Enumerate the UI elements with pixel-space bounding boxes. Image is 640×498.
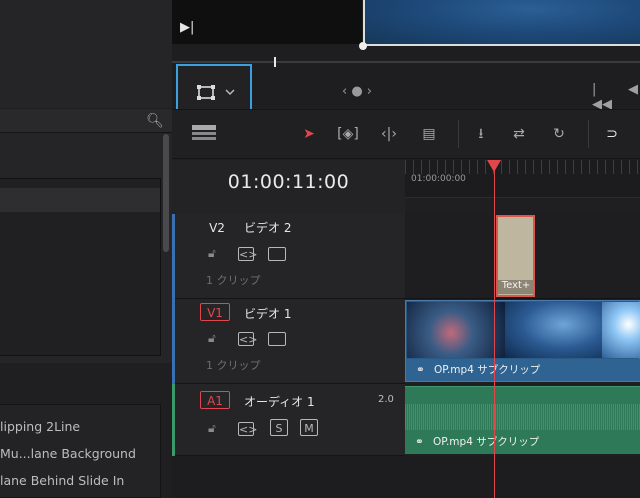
search-icon[interactable]: 🔍︎	[146, 112, 164, 130]
viewer-image[interactable]	[363, 0, 640, 46]
playhead-line[interactable]	[494, 168, 495, 498]
link-icon: ⚭	[416, 364, 425, 376]
timeline-view-options-icon[interactable]	[190, 122, 218, 146]
track-color-stripe	[172, 214, 175, 299]
selected-category-row[interactable]	[0, 188, 160, 212]
track-color-stripe	[172, 299, 175, 384]
ruler-ticks	[405, 160, 640, 174]
overwrite-clip-icon[interactable]: ⇄	[504, 122, 534, 146]
previous-clip-icon[interactable]: |◀︎◀︎	[592, 82, 614, 112]
transform-handle[interactable]	[359, 42, 367, 50]
audio-clip-label-bar: ⚭ OP.mp4 サブクリップ	[405, 431, 640, 453]
track-name-a1[interactable]: オーディオ 1	[244, 393, 364, 411]
media-pool-panel	[0, 0, 172, 108]
insert-clip-icon[interactable]: ⭳	[466, 122, 496, 146]
effect-item[interactable]: lane Behind Slide In	[0, 468, 160, 494]
viewer-canvas-left	[172, 0, 362, 44]
selection-tool-icon[interactable]: ➤︎	[298, 122, 320, 146]
video-thumbnail	[505, 302, 602, 358]
timeline-timecode[interactable]: 01:00:11:00	[172, 168, 405, 196]
audio-waveform	[405, 404, 640, 430]
clip-count-v1: 1 クリップ	[206, 359, 261, 372]
previous-frame-icon[interactable]: ◀︎	[628, 82, 640, 98]
track-id-v2[interactable]: V2	[202, 219, 232, 237]
mute-button[interactable]: M	[300, 419, 318, 436]
lock-track-icon[interactable]: 🔓︎	[208, 246, 222, 262]
lock-track-icon[interactable]: 🔓︎	[208, 421, 222, 437]
enable-track-icon[interactable]	[268, 332, 286, 346]
video-clip-label: OP.mp4 サブクリップ	[434, 364, 541, 376]
track-id-a1[interactable]: A1	[200, 391, 230, 409]
layout-icon	[192, 125, 216, 140]
effects-scrollbar[interactable]	[163, 134, 169, 252]
playhead-handle[interactable]	[487, 160, 501, 172]
auto-select-icon[interactable]: <>	[238, 422, 257, 436]
toolbar-divider	[588, 120, 589, 148]
audio-level: 2.0	[378, 394, 394, 405]
effect-item[interactable]: lipping 2Line	[0, 414, 160, 440]
keyframe-navigation[interactable]: ‹ ● ›	[332, 84, 382, 100]
lock-track-icon[interactable]: 🔓︎	[208, 331, 222, 347]
snapping-magnet-icon[interactable]: ⊃	[600, 122, 624, 146]
auto-select-icon[interactable]: <>	[238, 332, 257, 346]
audio-clip-label: OP.mp4 サブクリップ	[433, 436, 540, 448]
replace-clip-icon[interactable]: ↻	[542, 122, 576, 146]
video-thumbnail	[602, 302, 640, 358]
scrubber-handle[interactable]	[274, 57, 276, 67]
viewer-scrubber[interactable]	[172, 61, 640, 63]
auto-select-icon[interactable]: <>	[238, 247, 257, 261]
solo-button[interactable]: S	[270, 419, 288, 436]
clip-count-v2: 1 クリップ	[206, 274, 261, 287]
link-icon: ⚭	[415, 436, 424, 448]
timeline-empty-area[interactable]	[172, 456, 640, 498]
effect-item[interactable]: Mu...lane Background	[0, 441, 160, 467]
track-name-v2[interactable]: ビデオ 2	[244, 219, 364, 237]
dynamic-trim-icon[interactable]: ‹|›	[374, 122, 404, 146]
toolbar-divider	[458, 120, 459, 148]
track-name-v1[interactable]: ビデオ 1	[244, 305, 364, 323]
trim-tool-icon[interactable]: [◈]	[332, 122, 364, 146]
track-id-v1[interactable]: V1	[200, 303, 230, 321]
video-thumbnail	[407, 302, 505, 358]
track-color-stripe	[172, 384, 175, 456]
text-clip-label: Text+	[498, 280, 534, 294]
blade-tool-icon[interactable]: ▤	[414, 122, 444, 146]
video-clip-label-bar: ⚭ OP.mp4 サブクリップ	[406, 359, 640, 381]
play-to-end-icon[interactable]: ▶︎|	[180, 20, 196, 40]
enable-track-icon[interactable]	[268, 247, 286, 261]
ruler-start-time: 01:00:00:00	[411, 174, 466, 184]
